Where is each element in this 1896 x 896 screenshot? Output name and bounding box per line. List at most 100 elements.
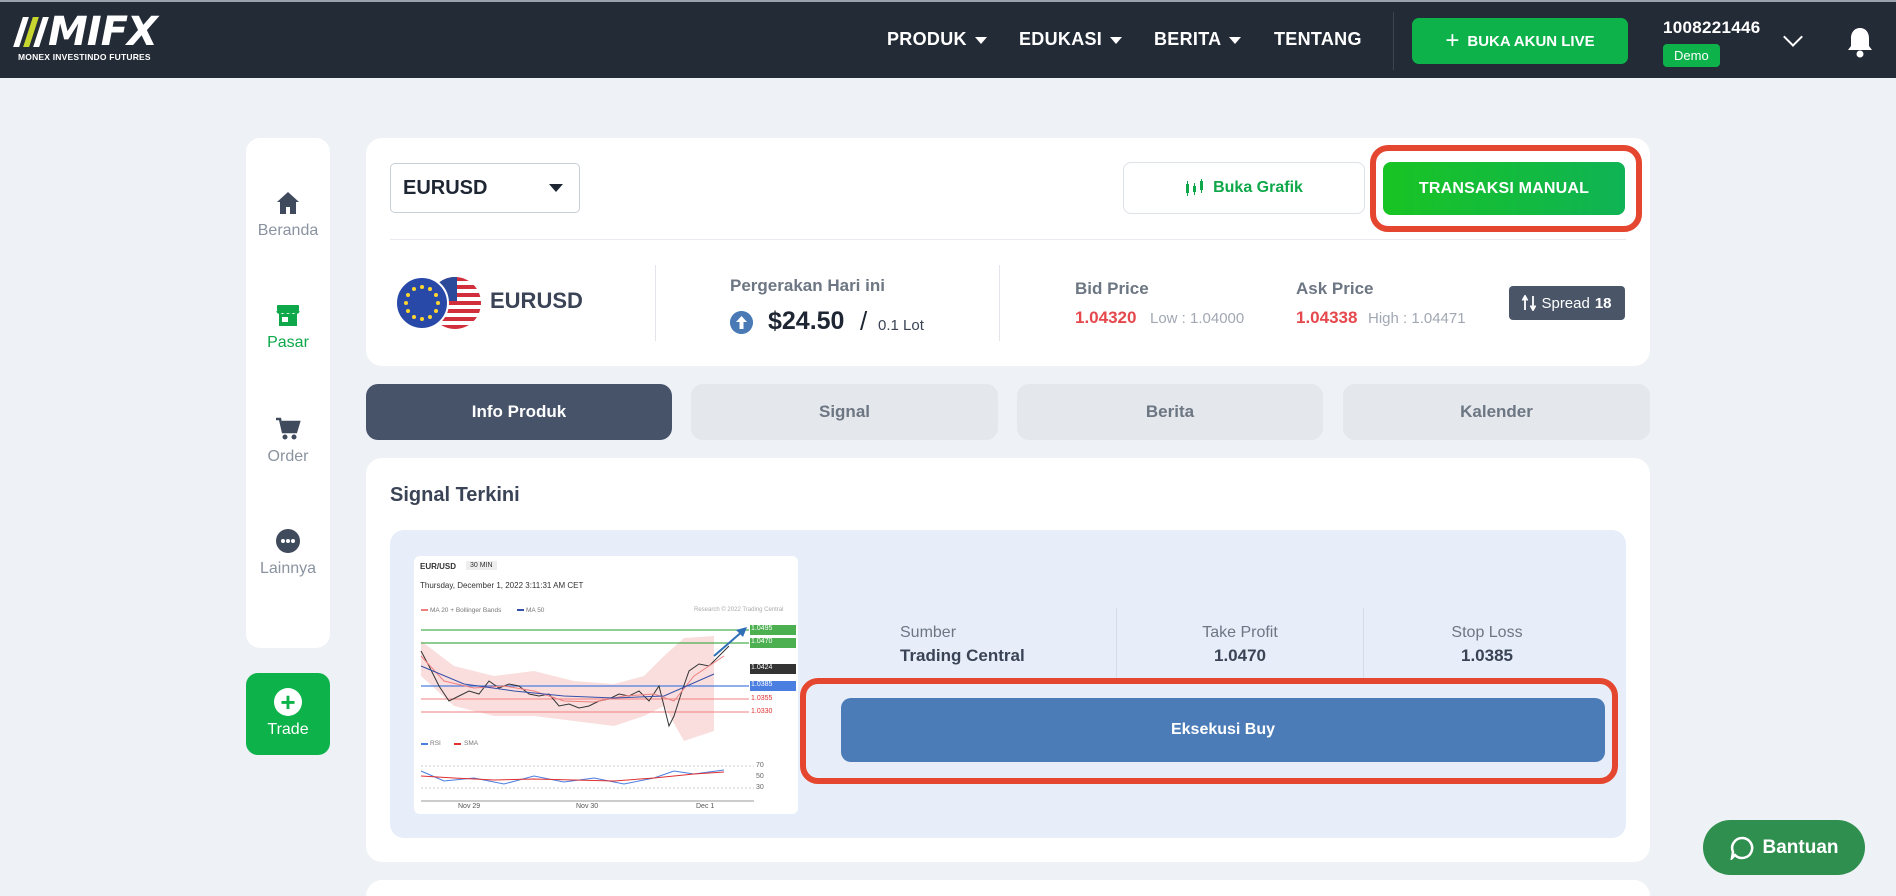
source-value: Trading Central [900, 646, 1025, 665]
nav-divider [1393, 12, 1394, 70]
signal-stop-loss: Stop Loss 1.0385 [1364, 624, 1610, 666]
nav-edukasi[interactable]: EDUKASI [1019, 29, 1123, 50]
more-icon [276, 529, 300, 553]
chart-rsi-tick: 50 [756, 773, 764, 780]
eur-usd-flags-icon [395, 276, 481, 330]
chart-plot [420, 609, 796, 802]
vertical-divider [655, 265, 656, 341]
spread-label: Spread [1541, 294, 1590, 312]
bid-price-value: 1.04320 [1075, 308, 1137, 327]
trade-label: Trade [267, 721, 309, 738]
take-profit-label: Take Profit [1202, 624, 1278, 641]
source-label: Sumber [900, 624, 957, 641]
logo-stripes-icon [13, 17, 49, 47]
daily-movement-label: Pergerakan Hari ini [730, 276, 885, 295]
ask-price-value: 1.04338 [1296, 308, 1358, 327]
caret-down-icon [1110, 37, 1123, 44]
chart-rsi-legend: RSI [430, 740, 441, 747]
spread-badge: Spread 18 [1509, 286, 1625, 320]
bell-icon[interactable] [1846, 26, 1874, 58]
account-type-badge: Demo [1663, 44, 1720, 67]
card-divider [390, 239, 1626, 240]
tab-kalender[interactable]: Kalender [1343, 384, 1650, 440]
caret-down-icon [974, 37, 987, 44]
execute-buy-button[interactable]: Eksekusi Buy [841, 698, 1605, 762]
account-info[interactable]: 1008221446 Demo [1663, 18, 1761, 67]
bid-price-label: Bid Price [1075, 279, 1149, 298]
chat-bubble-icon [1729, 836, 1753, 860]
open-live-account-label: BUKA AKUN LIVE [1467, 32, 1595, 50]
sidebar-item-pasar[interactable]: Pasar [246, 302, 330, 352]
logo-text: MIFX [48, 9, 158, 55]
signal-panel: EUR/USD 30 MIN Thursday, December 1, 202… [390, 530, 1626, 838]
symbol-select-value: EURUSD [403, 176, 488, 199]
vertical-divider [999, 265, 1000, 341]
tab-berita[interactable]: Berita [1017, 384, 1323, 440]
movement-slash: / [860, 306, 868, 336]
candlestick-chart-icon [1186, 179, 1204, 196]
sidebar: Beranda Pasar Order Lainnya [246, 138, 330, 648]
tab-signal[interactable]: Signal [691, 384, 998, 440]
bid-low-value: Low : 1.04000 [1150, 310, 1245, 327]
spread-value: 18 [1594, 294, 1612, 312]
take-profit-value: 1.0470 [1214, 646, 1266, 665]
chevron-down-icon[interactable] [1783, 27, 1803, 47]
manual-transaction-button[interactable]: TRANSAKSI MANUAL [1383, 162, 1625, 215]
daily-movement-value: $24.50 [768, 307, 845, 335]
open-live-account-button[interactable]: + BUKA AKUN LIVE [1412, 18, 1628, 64]
arrow-up-icon [730, 311, 753, 334]
nav-produk[interactable]: PRODUK [887, 29, 987, 50]
product-card: EURUSD Buka Grafik TRANSAKSI MANUAL EURU… [366, 138, 1650, 366]
home-icon [277, 192, 299, 214]
signal-take-profit: Take Profit 1.0470 [1117, 624, 1363, 666]
sidebar-item-beranda[interactable]: Beranda [246, 190, 330, 240]
chart-level-label: 1.0495 [751, 625, 773, 632]
nav-berita-label: BERITA [1154, 29, 1222, 49]
symbol-select[interactable]: EURUSD [390, 163, 580, 213]
sidebar-item-lainnya[interactable]: Lainnya [246, 528, 330, 578]
pair-name: EURUSD [490, 288, 583, 313]
nav-produk-label: PRODUK [887, 29, 967, 49]
signal-source: Sumber Trading Central [834, 624, 1052, 666]
nav-tentang[interactable]: TENTANG [1274, 29, 1362, 50]
chart-level-label: 1.0330 [751, 708, 773, 715]
chart-x-label: Nov 29 [458, 803, 481, 810]
top-navbar: MIFX MONEX INVESTINDO FUTURES PRODUK EDU… [0, 0, 1896, 78]
chart-x-label: Nov 30 [576, 803, 599, 810]
tab-info-produk[interactable]: Info Produk [366, 384, 672, 440]
help-button[interactable]: Bantuan [1703, 820, 1865, 875]
open-chart-label: Buka Grafik [1213, 179, 1303, 196]
chart-sma-legend: SMA [464, 740, 479, 747]
sidebar-label-order: Order [267, 448, 309, 465]
nav-edukasi-label: EDUKASI [1019, 29, 1103, 49]
ask-price-label: Ask Price [1296, 279, 1374, 298]
stop-loss-value: 1.0385 [1461, 646, 1513, 665]
sidebar-label-beranda: Beranda [257, 222, 319, 239]
mifx-logo[interactable]: MIFX MONEX INVESTINDO FUTURES [13, 9, 168, 64]
chart-level-label: 1.0355 [751, 695, 773, 702]
chart-level-label: 1.0385 [751, 681, 773, 688]
caret-down-icon [549, 184, 563, 192]
chart-x-label: Dec 1 [696, 803, 715, 810]
caret-down-icon [1229, 37, 1242, 44]
signal-chart-image[interactable]: EUR/USD 30 MIN Thursday, December 1, 202… [414, 556, 798, 814]
movement-lot: 0.1 Lot [878, 317, 924, 334]
open-chart-button[interactable]: Buka Grafik [1123, 162, 1365, 214]
plus-icon: + [1445, 27, 1460, 54]
chart-level-label: 1.0470 [751, 638, 773, 645]
sidebar-label-lainnya: Lainnya [259, 560, 317, 577]
trade-button[interactable]: + Trade [246, 673, 330, 755]
help-label: Bantuan [1762, 836, 1839, 858]
stop-loss-label: Stop Loss [1451, 624, 1523, 641]
spread-arrows-icon [1522, 295, 1537, 311]
signal-title: Signal Terkini [390, 484, 520, 506]
next-card [366, 880, 1650, 896]
cart-icon [276, 417, 301, 440]
nav-berita[interactable]: BERITA [1154, 29, 1242, 50]
plus-circle-icon: + [274, 688, 302, 716]
signal-card: Signal Terkini EUR/USD 30 MIN Thursday, … [366, 458, 1650, 862]
nav-tentang-label: TENTANG [1274, 29, 1362, 49]
ask-high-value: High : 1.04471 [1368, 310, 1466, 327]
sidebar-item-order[interactable]: Order [246, 416, 330, 466]
chart-rsi-tick: 70 [756, 762, 764, 769]
